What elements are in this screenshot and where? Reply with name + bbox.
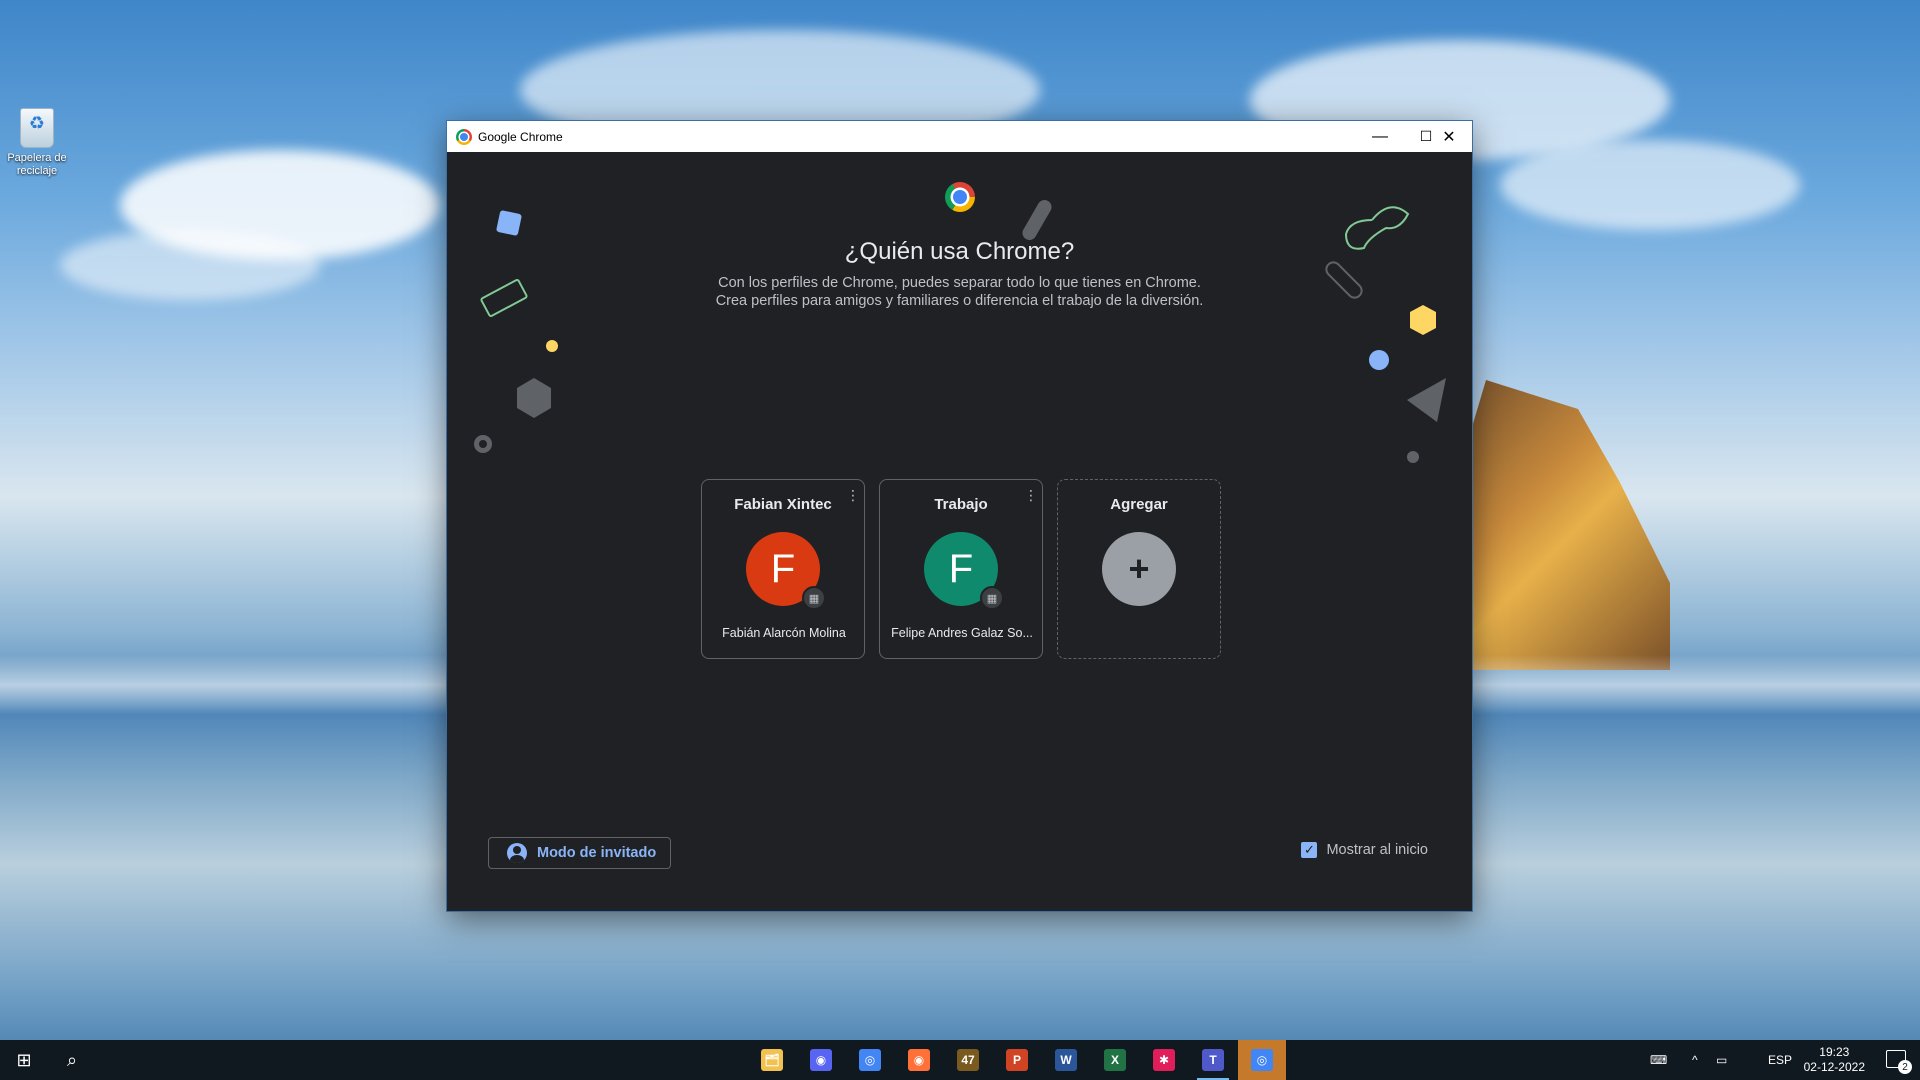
- taskbar-chrome-active[interactable]: ◎: [1238, 1040, 1286, 1080]
- search-button[interactable]: ⌕: [48, 1040, 96, 1080]
- slack-icon: ✱: [1153, 1049, 1175, 1071]
- tray-clock[interactable]: 19:23 02-12-2022: [1804, 1045, 1865, 1075]
- app-47-icon: 47: [957, 1049, 979, 1071]
- keyboard-icon: ⌨: [1650, 1053, 1668, 1067]
- taskbar-chrome[interactable]: ◎: [846, 1040, 894, 1080]
- deco-ring-hole: [479, 440, 487, 448]
- add-profile-card[interactable]: Agregar +: [1057, 479, 1221, 659]
- teams-icon: T: [1202, 1049, 1224, 1071]
- word-icon: W: [1055, 1049, 1077, 1071]
- deco-hexagon-grey: [517, 378, 551, 418]
- taskbar-file-explorer[interactable]: 🗂: [748, 1040, 796, 1080]
- show-on-startup-toggle[interactable]: ✓ Mostrar al inicio: [1301, 842, 1428, 858]
- account-circle-icon: [507, 843, 527, 863]
- deco-squiggle-green: [1344, 206, 1410, 250]
- recycle-bin-label: Papelera de reciclaje: [7, 152, 67, 177]
- deco-dot-blue: [1369, 350, 1389, 370]
- profile-cards: Fabian Xintec ⋮ F ▦ Fabián Alarcón Molin…: [701, 479, 1221, 659]
- cloud: [1500, 140, 1800, 230]
- desktop-icon-recycle-bin[interactable]: Papelera de reciclaje: [4, 108, 70, 178]
- chevron-up-icon: ^: [1692, 1053, 1698, 1067]
- taskbar-firefox[interactable]: ◉: [895, 1040, 943, 1080]
- excel-icon: X: [1104, 1049, 1126, 1071]
- title-bar[interactable]: Google Chrome — ☐ ✕: [447, 121, 1472, 152]
- deco-dot-yellow: [546, 340, 558, 352]
- tray-network[interactable]: ▭: [1716, 1040, 1727, 1080]
- more-options-icon[interactable]: ⋮: [1024, 488, 1038, 502]
- clock-date: 02-12-2022: [1803, 1060, 1865, 1074]
- chrome-profile-window: Google Chrome — ☐ ✕ ¿Quién usa Chrome? C…: [447, 121, 1472, 911]
- language-indicator: ESP: [1768, 1053, 1793, 1067]
- plus-icon: +: [1102, 532, 1176, 606]
- profile-picker: ¿Quién usa Chrome? Con los perfiles de C…: [447, 152, 1472, 911]
- guest-mode-label: Modo de invitado: [537, 845, 657, 861]
- taskbar: ⊞ ⌕ 🗂 ◉ ◎ ◉ 47 P W X ✱ T ◎ ⌨ ^ ▭ ESP 19:…: [0, 1040, 1920, 1080]
- tray-language[interactable]: ESP: [1768, 1040, 1792, 1080]
- taskbar-discord[interactable]: ◉: [797, 1040, 845, 1080]
- taskbar-excel[interactable]: X: [1091, 1040, 1139, 1080]
- deco-dot-grey: [1407, 451, 1419, 463]
- chrome-icon: [456, 128, 472, 145]
- start-button[interactable]: ⊞: [0, 1040, 48, 1080]
- taskbar-slack[interactable]: ✱: [1140, 1040, 1188, 1080]
- network-icon: ▭: [1716, 1053, 1728, 1067]
- taskbar-teams[interactable]: T: [1189, 1040, 1237, 1080]
- tray-overflow[interactable]: ^: [1692, 1040, 1698, 1080]
- discord-icon: ◉: [810, 1049, 832, 1071]
- more-options-icon[interactable]: ⋮: [846, 488, 860, 502]
- deco-rect-green: [480, 279, 528, 317]
- taskbar-word[interactable]: W: [1042, 1040, 1090, 1080]
- cloud: [60, 230, 320, 300]
- deco-hexagon-yellow: [1410, 305, 1436, 335]
- add-profile-label: Agregar: [1110, 496, 1168, 513]
- managed-account-icon: ▦: [802, 586, 826, 610]
- notification-count: 2: [1898, 1060, 1912, 1074]
- profile-name: Fabian Xintec: [734, 496, 832, 513]
- search-icon: ⌕: [66, 1049, 78, 1070]
- taskbar-powerpoint[interactable]: P: [993, 1040, 1041, 1080]
- folder-icon: 🗂: [761, 1049, 783, 1071]
- rock-cliff: [1440, 380, 1670, 670]
- show-on-startup-checkbox[interactable]: ✓: [1301, 842, 1318, 858]
- profile-account-name: Fabián Alarcón Molina: [722, 626, 846, 640]
- clock-time: 19:23: [1819, 1045, 1850, 1059]
- deco-pill-grey: [1022, 200, 1052, 240]
- powerpoint-icon: P: [1006, 1049, 1028, 1071]
- close-button[interactable]: ✕: [1426, 121, 1472, 152]
- window-title: Google Chrome: [478, 129, 563, 144]
- taskbar-app-47[interactable]: 47: [944, 1040, 992, 1080]
- firefox-icon: ◉: [908, 1049, 930, 1071]
- managed-account-icon: ▦: [980, 586, 1004, 610]
- recycle-bin-icon: [20, 108, 54, 148]
- deco-square-blue: [496, 210, 522, 236]
- chrome-icon: ◎: [1251, 1049, 1273, 1071]
- deco-pill-outline: [1325, 261, 1363, 299]
- show-on-startup-label: Mostrar al inicio: [1326, 842, 1428, 858]
- profile-card-fabian-xintec[interactable]: Fabian Xintec ⋮ F ▦ Fabián Alarcón Molin…: [701, 479, 865, 659]
- deco-triangle-grey: [1407, 378, 1446, 422]
- windows-icon: ⊞: [16, 1049, 32, 1070]
- minimize-button[interactable]: —: [1357, 121, 1403, 152]
- tray-keyboard[interactable]: ⌨: [1650, 1040, 1667, 1080]
- profile-account-name: Felipe Andres Galaz So...: [891, 626, 1033, 640]
- chrome-icon: ◎: [859, 1049, 881, 1071]
- guest-mode-button[interactable]: Modo de invitado: [488, 837, 671, 869]
- profile-card-trabajo[interactable]: Trabajo ⋮ F ▦ Felipe Andres Galaz So...: [879, 479, 1043, 659]
- profile-name: Trabajo: [934, 496, 988, 513]
